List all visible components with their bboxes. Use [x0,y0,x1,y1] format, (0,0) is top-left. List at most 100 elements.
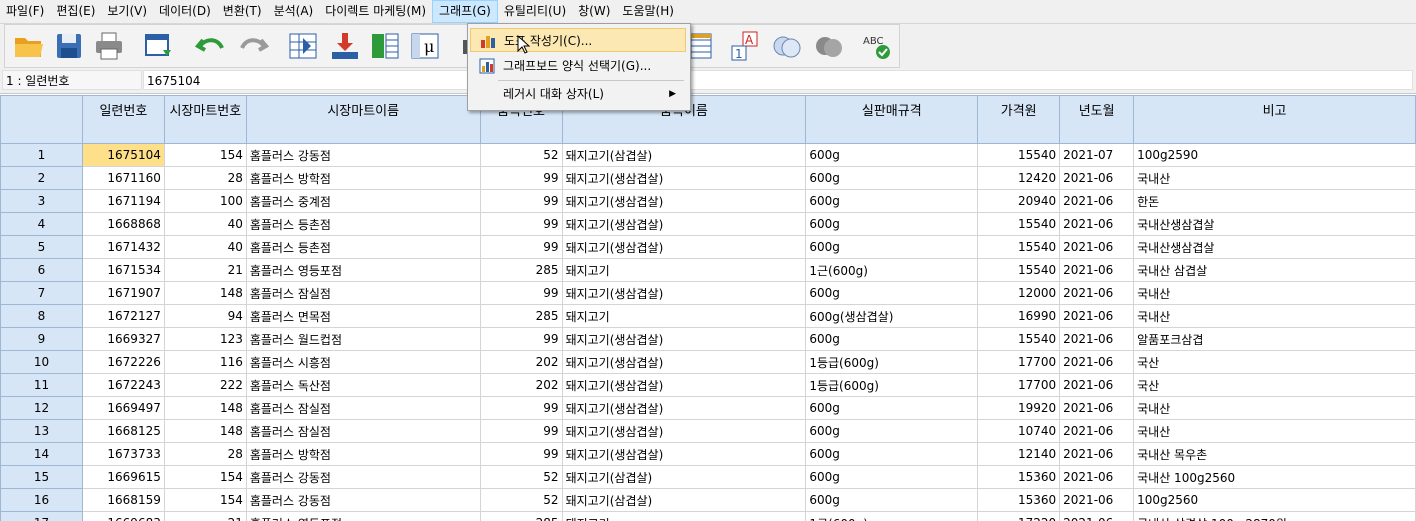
grid-cell[interactable]: 99 [479,419,563,443]
row-header[interactable]: 9 [0,327,83,351]
descriptives-icon[interactable]: μ [409,30,441,62]
grid-cell[interactable]: 1671194 [81,189,165,213]
grid-cell[interactable]: 148 [163,281,247,305]
menu-data[interactable]: 데이터(D) [153,0,217,23]
menu-edit[interactable]: 편집(E) [50,0,101,23]
grid-cell[interactable]: 돼지고기(생삼겹살) [561,281,807,305]
grid-cell[interactable]: 국내산 목우촌 [1133,442,1416,466]
grid-cell[interactable]: 99 [479,235,563,259]
grid-cell[interactable]: 2021-06 [1059,166,1135,190]
grid-cell[interactable]: 15360 [977,465,1061,489]
grid-cell[interactable]: 홈플러스 등촌점 [245,235,481,259]
grid-cell[interactable]: 홈플러스 등촌점 [245,212,481,236]
row-header[interactable]: 2 [0,166,83,190]
grid-cell[interactable]: 99 [479,396,563,420]
grid-cell[interactable]: 홈플러스 중계점 [245,189,481,213]
grid-cell[interactable]: 17700 [977,350,1061,374]
grid-cell[interactable]: 285 [479,304,563,328]
grid-cell[interactable]: 600g [805,212,979,236]
grid-cell[interactable]: 1668125 [81,419,165,443]
grid-cell[interactable]: 2021-06 [1059,258,1135,282]
grid-cell[interactable]: 홈플러스 잠실점 [245,419,481,443]
grid-cell[interactable]: 148 [163,396,247,420]
grid-cell[interactable]: 1673733 [81,442,165,466]
grid-cell[interactable]: 한돈 [1133,189,1416,213]
menu-direct-marketing[interactable]: 다이렉트 마케팅(M) [319,0,432,23]
grid-cell[interactable]: 600g [805,189,979,213]
grid-cell[interactable]: 1672226 [81,350,165,374]
grid-cell[interactable]: 돼지고기(생삼겹살) [561,373,807,397]
row-header[interactable]: 17 [0,511,83,521]
grid-cell[interactable]: 154 [163,465,247,489]
grid-cell[interactable]: 21 [163,258,247,282]
grid-cell[interactable]: 홈플러스 강동점 [245,143,481,167]
grid-cell[interactable]: 돼지고기(생삼겹살) [561,189,807,213]
grid-cell[interactable]: 1671432 [81,235,165,259]
grid-cell[interactable]: 20940 [977,189,1061,213]
row-header[interactable]: 15 [0,465,83,489]
grid-cell[interactable]: 600g [805,419,979,443]
grid-cell[interactable]: 국내산 100g2560 [1133,465,1416,489]
grid-cell[interactable]: 홈플러스 시흥점 [245,350,481,374]
open-folder-icon[interactable] [13,30,45,62]
grid-cell[interactable]: 1근(600g) [805,258,979,282]
grid-cell[interactable]: 2021-06 [1059,396,1135,420]
grid-cell[interactable]: 40 [163,235,247,259]
row-header[interactable]: 7 [0,281,83,305]
row-header[interactable]: 13 [0,419,83,443]
grid-cell[interactable]: 99 [479,327,563,351]
grid-cell[interactable]: 돼지고기(생삼겹살) [561,442,807,466]
grid-cell[interactable]: 1근(600g) [805,511,979,521]
value-labels-icon[interactable]: A 1 [729,30,761,62]
grid-cell[interactable]: 12140 [977,442,1061,466]
grid-cell[interactable]: 2021-06 [1059,327,1135,351]
grid-cell[interactable]: 2021-06 [1059,419,1135,443]
grid-cell[interactable]: 28 [163,442,247,466]
grid-cell[interactable]: 600g [805,235,979,259]
grid-cell[interactable]: 99 [479,212,563,236]
grid-cell[interactable]: 2021-06 [1059,465,1135,489]
grid-cell[interactable]: 돼지고기(생삼겹살) [561,235,807,259]
grid-cell[interactable]: 홈플러스 영등포점 [245,511,481,521]
grid-cell[interactable]: 홈플러스 강동점 [245,465,481,489]
grid-cell[interactable]: 52 [479,488,563,512]
grid-cell[interactable]: 1671907 [81,281,165,305]
grid-cell[interactable]: 21 [163,511,247,521]
grid-cell[interactable]: 홈플러스 영등포점 [245,258,481,282]
row-header[interactable]: 12 [0,396,83,420]
grid-cell[interactable]: 99 [479,442,563,466]
grid-cell[interactable]: 2021-06 [1059,235,1135,259]
menu-analyze[interactable]: 분석(A) [268,0,320,23]
grid-cell[interactable]: 1668159 [81,488,165,512]
redo-icon[interactable] [237,30,269,62]
row-header[interactable]: 5 [0,235,83,259]
grid-cell[interactable]: 홈플러스 방학점 [245,442,481,466]
grid-cell[interactable]: 17700 [977,373,1061,397]
grid-cell[interactable]: 홈플러스 독산점 [245,373,481,397]
row-header[interactable]: 16 [0,488,83,512]
cell-value-input[interactable]: 1675104 [143,70,1413,90]
corner-cell[interactable] [0,95,83,144]
undo-icon[interactable] [195,30,227,62]
show-all-icon[interactable] [813,30,845,62]
grid-cell[interactable]: 52 [479,465,563,489]
grid-cell[interactable]: 100g2590 [1133,143,1416,167]
grid-cell[interactable]: 국산 [1133,350,1416,374]
grid-cell[interactable]: 국내산생삼겹살 [1133,235,1416,259]
data-grid-icon[interactable] [687,30,719,62]
grid-cell[interactable]: 123 [163,327,247,351]
column-header[interactable]: 실판매규격 [805,95,979,144]
menu-item-graphboard[interactable]: 그래프보드 양식 선택기(G)... [470,54,686,78]
grid-cell[interactable]: 국내산 삼겹살 [1133,258,1416,282]
menu-item-legacy-dialogs[interactable]: 레거시 대화 상자(L) ▶ [470,82,686,106]
grid-cell[interactable]: 돼지고기(생삼겹살) [561,166,807,190]
grid-cell[interactable]: 12000 [977,281,1061,305]
dialog-recall-icon[interactable] [143,30,175,62]
grid-cell[interactable]: 600g [805,166,979,190]
row-header[interactable]: 3 [0,189,83,213]
menu-file[interactable]: 파일(F) [0,0,50,23]
grid-cell[interactable]: 15540 [977,258,1061,282]
grid-cell[interactable]: 2021-06 [1059,511,1135,521]
grid-cell[interactable]: 40 [163,212,247,236]
grid-cell[interactable]: 116 [163,350,247,374]
